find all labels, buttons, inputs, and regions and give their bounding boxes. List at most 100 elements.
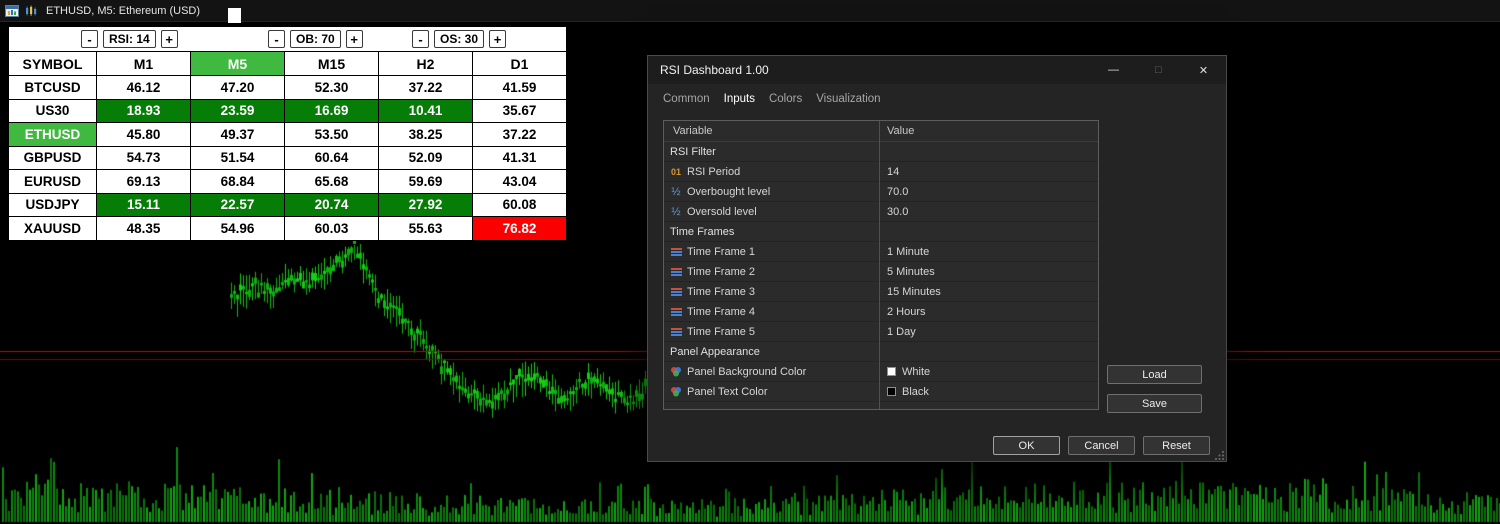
close-icon[interactable]: ✕	[1181, 56, 1226, 84]
param-value-cell[interactable]: Black	[879, 386, 1098, 398]
param-value-cell[interactable]: 2 Hours	[879, 306, 1098, 318]
param-name-cell: Time Frame 2	[664, 266, 879, 278]
reset-button[interactable]: Reset	[1143, 436, 1210, 455]
rsi-value-cell: 45.80	[97, 122, 191, 146]
mt5-chart-window: ETHUSD, M5: Ethereum (USD) - RSI: 14 + - OB:…	[0, 0, 1500, 524]
param-label: Time Frame 3	[687, 285, 756, 298]
dialog-titlebar[interactable]: RSI Dashboard 1.00 — □ ✕	[648, 56, 1226, 84]
rsi-value-cell: 60.03	[285, 216, 379, 240]
tab-common[interactable]: Common	[663, 93, 710, 105]
rsi-value-cell: 22.57	[191, 192, 285, 216]
param-group-label: RSI Filter	[670, 145, 716, 158]
param-name-cell: Panel Background Color	[664, 366, 879, 378]
rsi-value-label: RSI: 14	[103, 30, 156, 48]
column-header-m5[interactable]: M5	[191, 51, 285, 75]
ok-button[interactable]: OK	[993, 436, 1060, 455]
rsi-value-cell: 37.22	[379, 75, 473, 99]
increase-rsi-button[interactable]: +	[160, 30, 178, 48]
rsi-dashboard-dialog: RSI Dashboard 1.00 — □ ✕ Common Inputs Col…	[647, 55, 1227, 462]
column-header-m15[interactable]: M15	[285, 51, 379, 75]
decrease-ob-button[interactable]: -	[268, 30, 285, 48]
ob-value-label: OB: 70	[290, 30, 341, 48]
save-button[interactable]: Save	[1107, 394, 1202, 413]
decrease-rsi-button[interactable]: -	[81, 30, 98, 48]
param-value-cell[interactable]: 70.0	[879, 186, 1098, 198]
candlestick-chart-icon	[24, 5, 38, 17]
rsi-value-cell: 55.63	[379, 216, 473, 240]
increase-os-button[interactable]: +	[489, 30, 507, 48]
rsi-value-cell: 49.37	[191, 122, 285, 146]
column-header-d1[interactable]: D1	[473, 51, 566, 75]
symbol-cell-us30[interactable]: US30	[9, 98, 97, 122]
cancel-button[interactable]: Cancel	[1068, 436, 1135, 455]
param-row[interactable]: ½ Oversold level 30.0	[664, 202, 1098, 222]
rsi-value-cell: 48.35	[97, 216, 191, 240]
control-group-rsi: - RSI: 14 +	[81, 27, 178, 51]
rsi-value-cell: 60.64	[285, 145, 379, 169]
param-row[interactable]: Time Frame 2 5 Minutes	[664, 262, 1098, 282]
param-label: Time Frame 4	[687, 305, 756, 318]
param-row[interactable]: Panel Text Color Black	[664, 382, 1098, 402]
color-swatch	[887, 367, 896, 376]
enum-icon	[669, 327, 683, 337]
rsi-value-cell: 54.96	[191, 216, 285, 240]
increase-ob-button[interactable]: +	[345, 30, 363, 48]
dialog-title: RSI Dashboard 1.00	[660, 63, 769, 77]
param-name-cell: Time Frame 5	[664, 326, 879, 338]
rsi-panel-table: SYMBOL M1 M5 M15 H2 D1 BTCUSD 46.12 47.20 52.30 37…	[9, 51, 566, 240]
rsi-value-cell: 76.82	[473, 216, 566, 240]
parameters-table: Variable Value RSI Filter 01 RSI Period 14 ½…	[663, 120, 1099, 410]
param-value-cell[interactable]: 1 Day	[879, 326, 1098, 338]
param-name-cell: ½ Overbought level	[664, 186, 879, 198]
parameters-table-header: Variable Value	[664, 121, 1098, 142]
symbol-cell-gbpusd[interactable]: GBPUSD	[9, 145, 97, 169]
param-value-cell[interactable]: 5 Minutes	[879, 266, 1098, 278]
dashboard-toggle-button[interactable]	[228, 8, 241, 23]
minimize-icon[interactable]: —	[1091, 56, 1136, 84]
control-group-os: - OS: 30 +	[412, 27, 507, 51]
param-name-cell: ½ Oversold level	[664, 206, 879, 218]
symbol-cell-usdjpy[interactable]: USDJPY	[9, 192, 97, 216]
color-swatch	[887, 387, 896, 396]
param-row[interactable]: Time Frame 5 1 Day	[664, 322, 1098, 342]
rsi-value-cell: 16.69	[285, 98, 379, 122]
param-value-cell[interactable]: White	[879, 366, 1098, 378]
param-row[interactable]: Panel Background Color White	[664, 362, 1098, 382]
chart-window-titlebar[interactable]: ETHUSD, M5: Ethereum (USD)	[0, 0, 1500, 22]
param-value-cell[interactable]: 30.0	[879, 206, 1098, 218]
rsi-value-cell: 54.73	[97, 145, 191, 169]
decrease-os-button[interactable]: -	[412, 30, 429, 48]
rsi-value-cell: 60.08	[473, 192, 566, 216]
param-row[interactable]: Time Frame 4 2 Hours	[664, 302, 1098, 322]
rsi-value-cell: 23.59	[191, 98, 285, 122]
column-header-h2[interactable]: H2	[379, 51, 473, 75]
tab-colors[interactable]: Colors	[769, 93, 802, 105]
param-row[interactable]: Time Frame 3 15 Minutes	[664, 282, 1098, 302]
param-label: Time Frame 5	[687, 325, 756, 338]
tab-visualization[interactable]: Visualization	[816, 93, 880, 105]
dialog-window-buttons: — □ ✕	[1091, 56, 1226, 84]
param-value-cell[interactable]: 15 Minutes	[879, 286, 1098, 298]
param-label: Panel Background Color	[687, 365, 807, 378]
param-row[interactable]: Time Frame 1 1 Minute	[664, 242, 1098, 262]
symbol-cell-ethusd[interactable]: ETHUSD	[9, 122, 97, 146]
column-header-m1[interactable]: M1	[97, 51, 191, 75]
tab-inputs[interactable]: Inputs	[724, 93, 755, 105]
param-value: 70.0	[887, 185, 909, 198]
param-row[interactable]: ½ Overbought level 70.0	[664, 182, 1098, 202]
rsi-value-cell: 35.67	[473, 98, 566, 122]
symbol-cell-eurusd[interactable]: EURUSD	[9, 169, 97, 193]
param-row[interactable]: 01 RSI Period 14	[664, 162, 1098, 182]
param-value-cell[interactable]: 14	[879, 166, 1098, 178]
rsi-value-cell: 37.22	[473, 122, 566, 146]
symbol-cell-btcusd[interactable]: BTCUSD	[9, 75, 97, 99]
maximize-icon[interactable]: □	[1136, 56, 1181, 84]
load-button[interactable]: Load	[1107, 365, 1202, 384]
column-header-symbol[interactable]: SYMBOL	[9, 51, 97, 75]
param-value-cell[interactable]: 1 Minute	[879, 246, 1098, 258]
rsi-value-cell: 27.92	[379, 192, 473, 216]
resize-grip[interactable]	[1215, 450, 1225, 460]
symbol-cell-xauusd[interactable]: XAUUSD	[9, 216, 97, 240]
rsi-value-cell: 51.54	[191, 145, 285, 169]
param-value: 1 Day	[887, 325, 916, 338]
